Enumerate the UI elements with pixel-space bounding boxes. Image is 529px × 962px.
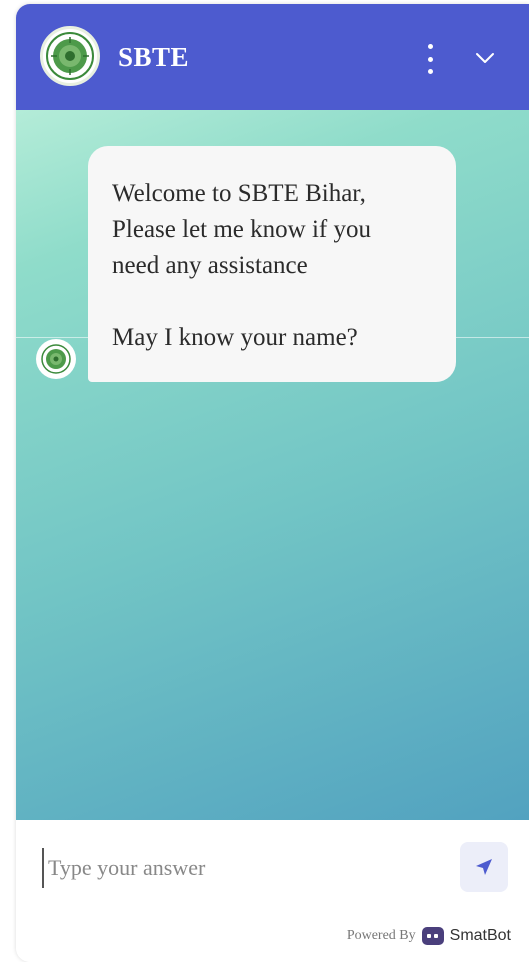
powered-by[interactable]: Powered By SmatBot xyxy=(347,924,511,948)
send-icon xyxy=(476,859,492,875)
brand-name: SmatBot xyxy=(449,927,511,944)
chat-title: SBTE xyxy=(118,42,190,72)
composer: Powered By SmatBot xyxy=(16,820,529,962)
chat-messages-area: Welcome to SBTE Bihar, Please let me kno… xyxy=(16,110,529,820)
chevron-down-icon[interactable] xyxy=(472,48,498,68)
chat-widget: SBTE Welcome to SBTE Bihar, Please let m… xyxy=(16,4,529,962)
smatbot-logo-icon xyxy=(421,927,444,945)
chat-header: SBTE xyxy=(16,4,529,110)
message-line: Please let me know if you xyxy=(112,216,371,243)
powered-by-label: Powered By xyxy=(346,928,416,943)
bot-avatar-icon xyxy=(36,339,76,379)
answer-input[interactable] xyxy=(42,848,422,888)
message-line: Welcome to SBTE Bihar, xyxy=(112,180,366,207)
message-line: May I know your name? xyxy=(112,324,358,351)
more-vertical-icon[interactable] xyxy=(418,44,442,74)
bot-message-bubble: Welcome to SBTE Bihar, Please let me kno… xyxy=(88,146,456,382)
send-button[interactable] xyxy=(460,842,508,892)
message-line: need any assistance xyxy=(112,252,308,279)
sbte-emblem-icon xyxy=(40,26,100,86)
